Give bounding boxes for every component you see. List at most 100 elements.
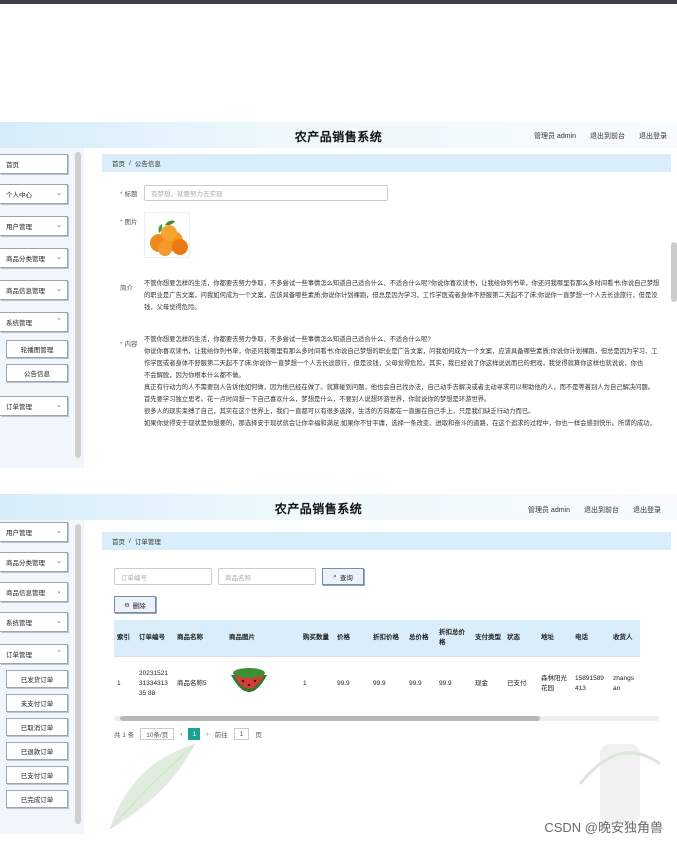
app-header: 农产品销售系统 管理员 admin 退出到前台 退出登录 [0,494,677,520]
sidebar-item-product[interactable]: 商品信息管理 ⌄ [0,582,68,602]
sidebar-item-notice[interactable]: 公告信息 [6,364,68,382]
csdn-watermark: CSDN @晚安独角兽 [544,820,663,835]
delete-button[interactable]: ⊖ 删除 [114,596,156,613]
sidebar-item-label: 已发货订单 [20,677,54,684]
sidebar-scrollbar[interactable] [75,524,81,824]
sidebar-item-orders[interactable]: 订单管理 ⌃ [0,644,68,664]
col-image[interactable]: 商品图片 [226,620,300,657]
order-no-search-input[interactable]: 订单编号 [114,568,212,585]
prev-page-icon[interactable]: ‹ [180,731,182,738]
sidebar-item-shipped[interactable]: 已发货订单 [6,670,68,688]
sidebar-item-label: 首页 [6,162,19,169]
cell-phone: 15891589413 [572,656,610,712]
page-scrollbar[interactable] [671,242,677,302]
cell-discount-total: 99.9 [436,656,472,712]
sidebar-item-carousel[interactable]: 轮播图管理 [6,340,68,358]
sidebar: 用户管理 ⌄ 商品分类管理 ⌄ 商品信息管理 ⌄ 系统管理 ⌄ 订单管理 ⌃ 已发货订单 … [0,520,84,834]
sidebar-item-orders[interactable]: 订单管理 ⌄ [0,396,68,416]
col-pay-type[interactable]: 支付类型 [472,620,504,657]
col-price[interactable]: 价格 [334,620,370,657]
col-discount-price[interactable]: 折扣价格 [370,620,406,657]
sidebar-item-cancelled[interactable]: 已取消订单 [6,718,68,736]
breadcrumb-home[interactable]: 首页 [112,158,125,168]
table-row[interactable]: 1 202315213133431335 88 商品名称5 1 99.9 99.… [114,656,640,712]
pager-unit: 页 [255,732,262,739]
sidebar-item-system[interactable]: 系统管理 ⌃ [0,312,68,332]
chevron-up-icon: ⌃ [56,318,62,325]
table-header-row: 索引 订单编号 商品名称 商品图片 购买数量 价格 折扣价格 总价格 折扣总价格… [114,620,640,657]
query-button-label: 查询 [339,574,353,582]
search-icon: ⌕ [333,572,337,580]
sidebar-scrollbar[interactable] [75,152,81,458]
sidebar-item-completed[interactable]: 已完成订单 [6,790,68,808]
col-qty[interactable]: 购买数量 [300,620,334,657]
col-address[interactable]: 地址 [538,620,572,657]
delete-icon: ⊖ [124,601,130,609]
col-total[interactable]: 总价格 [406,620,436,657]
cell-receiver: zhangsan [610,656,640,712]
sidebar-item-paid[interactable]: 已支付订单 [6,766,68,784]
title-field[interactable]: 有梦想，就要努力去实现 [144,185,388,201]
pager-page[interactable]: 1 [188,728,201,740]
sidebar-item-label: 系统管理 [6,320,32,327]
orders-table: 索引 订单编号 商品名称 商品图片 购买数量 价格 折扣价格 总价格 折扣总价格… [114,620,640,712]
table-horizontal-scrollbar[interactable] [114,716,659,721]
pager-size-select[interactable]: 10条/页 [140,728,175,740]
col-order-no[interactable]: 订单编号 [136,620,174,657]
header-nav: 管理员 admin 退出到前台 退出登录 [528,505,661,515]
chevron-down-icon: ⌄ [56,528,62,535]
col-discount-total[interactable]: 折扣总价格 [436,620,472,657]
sidebar-item-label: 已取消订单 [20,725,54,732]
sidebar-item-label: 系统管理 [6,620,32,627]
sidebar-item-users[interactable]: 用户管理 ⌄ [0,216,68,236]
sidebar-item-personal[interactable]: 个人中心 ⌄ [0,184,68,204]
sidebar-item-label: 用户管理 [6,224,32,231]
pagination: 共 1 条 10条/页 ‹ 1 › 前往 1 页 [114,728,262,740]
sidebar-item-label: 未支付订单 [20,701,54,708]
logout-link[interactable]: 退出登录 [639,131,667,141]
front-link[interactable]: 退出到前台 [590,131,625,141]
sidebar-item-system[interactable]: 系统管理 ⌄ [0,612,68,632]
cell-price: 99.9 [334,656,370,712]
sidebar-item-product[interactable]: 商品信息管理 ⌄ [0,280,68,300]
sidebar: 首页 个人中心 ⌄ 用户管理 ⌄ 商品分类管理 ⌄ 商品信息管理 ⌄ 系统管理 ⌃ 轮播图… [0,148,84,468]
notice-screen: 农产品销售系统 管理员 admin 退出到前台 退出登录 首页 个人中心 ⌄ 用户… [0,122,677,468]
sidebar-item-label: 公告信息 [24,371,50,378]
sidebar-item-label: 订单管理 [6,652,32,659]
pager-goto-input[interactable]: 1 [233,728,250,740]
sidebar-item-category[interactable]: 商品分类管理 ⌄ [0,248,68,268]
sidebar-item-label: 商品分类管理 [6,560,45,567]
logout-link[interactable]: 退出登录 [633,505,661,515]
pager-total: 共 1 条 [114,732,135,739]
col-product[interactable]: 商品名称 [174,620,226,657]
sidebar-item-home[interactable]: 首页 [0,154,68,174]
breadcrumb-home[interactable]: 首页 [112,536,125,546]
sidebar-item-label: 商品分类管理 [6,256,45,263]
header-nav: 管理员 admin 退出到前台 退出登录 [534,131,667,141]
query-button[interactable]: ⌕ 查询 [322,568,364,585]
oranges-image [144,212,190,258]
cell-product: 商品名称5 [174,656,226,712]
breadcrumb-current: 订单管理 [134,539,161,546]
next-page-icon[interactable]: › [206,731,208,738]
col-index[interactable]: 索引 [114,620,136,657]
col-receiver[interactable]: 收货人 [610,620,640,657]
product-name-search-input[interactable]: 商品名称 [218,568,316,585]
sidebar-item-category[interactable]: 商品分类管理 ⌄ [0,552,68,572]
chevron-down-icon: ⌄ [56,190,62,197]
chevron-down-icon: ⌄ [56,286,62,293]
sidebar-item-refunded[interactable]: 已退款订单 [6,742,68,760]
chevron-up-icon: ⌃ [56,650,62,657]
sidebar-item-label: 商品信息管理 [6,590,45,597]
sidebar-item-users[interactable]: 用户管理 ⌄ [0,522,68,542]
sidebar-item-label: 订单管理 [6,404,32,411]
breadcrumb-sep: / [129,159,131,167]
scrollbar-thumb[interactable] [120,716,540,721]
col-status[interactable]: 状态 [504,620,538,657]
col-phone[interactable]: 电话 [572,620,610,657]
breadcrumb: 首页 / 公告信息 [102,154,671,172]
front-link[interactable]: 退出到前台 [584,505,619,515]
cell-discount-price: 99.9 [370,656,406,712]
sidebar-item-unpaid[interactable]: 未支付订单 [6,694,68,712]
cell-order-no: 202315213133431335 88 [136,656,174,712]
